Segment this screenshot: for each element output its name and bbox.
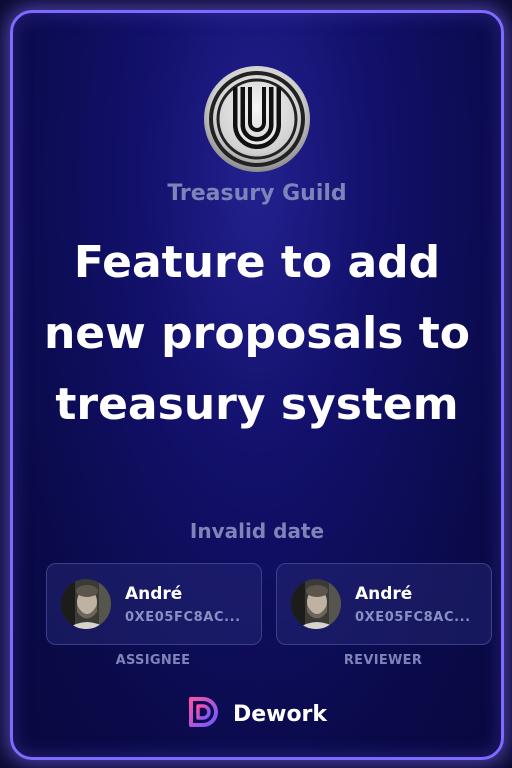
assignee-avatar (61, 579, 111, 629)
reviewer-role-label: REVIEWER (343, 653, 423, 668)
assignee-role-label: ASSIGNEE (115, 653, 191, 668)
reviewer-avatar (291, 579, 341, 629)
brand-name: Dework (232, 701, 328, 727)
reviewer-address: 0XE05FC8AC... (355, 610, 471, 625)
guild-name: Treasury Guild (167, 181, 347, 206)
brand-footer: Dework (13, 697, 501, 731)
task-card: Treasury Guild Feature to add new propos… (10, 10, 504, 760)
assignee-name: André (125, 584, 183, 604)
assignee-card[interactable]: André 0XE05FC8AC... (46, 563, 262, 645)
reviewer-name: André (355, 584, 413, 604)
guild-logo-icon (203, 65, 311, 173)
reviewer-card[interactable]: André 0XE05FC8AC... (276, 563, 492, 645)
assignee-address: 0XE05FC8AC... (125, 610, 241, 625)
page-background: Treasury Guild Feature to add new propos… (0, 0, 512, 768)
task-date: Invalid date (189, 519, 325, 543)
dework-logo-icon (187, 695, 221, 733)
task-title: Feature to add new proposals to treasury… (43, 237, 470, 430)
